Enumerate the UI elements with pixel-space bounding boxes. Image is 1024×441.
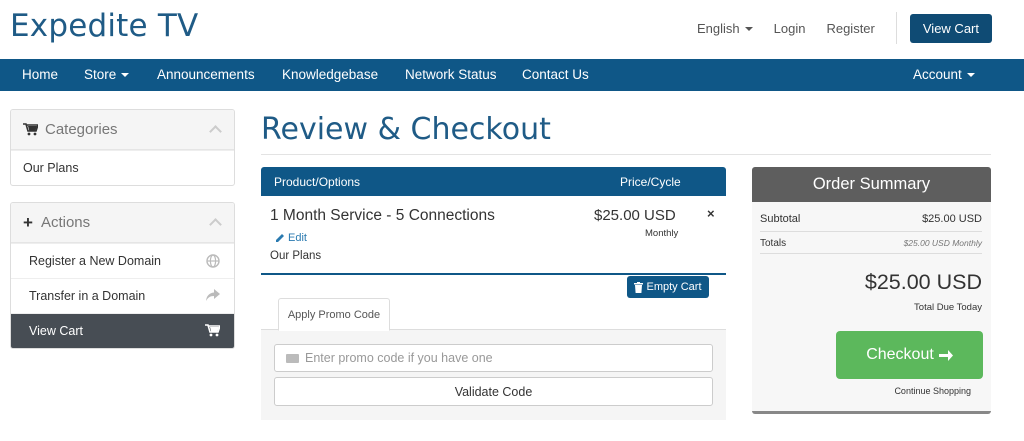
categories-panel: Categories Our Plans — [10, 109, 235, 186]
ticket-icon — [286, 354, 299, 363]
order-summary-title: Order Summary — [752, 167, 991, 202]
totals-label: Totals — [760, 238, 787, 249]
nav-network-status[interactable]: Network Status — [405, 67, 497, 82]
chevron-up-icon[interactable] — [209, 218, 222, 231]
divider — [760, 253, 982, 254]
sidebar-item-register-domain[interactable]: Register a New Domain — [11, 243, 234, 278]
main-navbar: Home Store Announcements Knowledgebase N… — [0, 59, 1024, 91]
top-links: English Login Register View Cart — [697, 12, 992, 44]
cart-item-group: Our Plans — [270, 250, 322, 262]
checkout-button[interactable]: Checkout — [836, 331, 983, 379]
subtotal-value: $25.00 USD — [922, 213, 982, 225]
total-due-label: Total Due Today — [914, 302, 982, 313]
view-cart-button[interactable]: View Cart — [909, 13, 992, 43]
divider — [261, 154, 991, 155]
edit-label: Edit — [288, 232, 307, 244]
continue-shopping-link[interactable]: Continue Shopping — [752, 386, 991, 396]
nav-store[interactable]: Store — [84, 67, 130, 82]
nav-account-label: Account — [913, 67, 962, 82]
language-label: English — [697, 20, 740, 36]
empty-cart-label: Empty Cart — [646, 281, 702, 293]
register-link[interactable]: Register — [826, 21, 874, 36]
cart-icon — [23, 123, 38, 136]
globe-icon — [206, 254, 220, 268]
page-title: Review & Checkout — [261, 112, 551, 147]
totals-value: $25.00 USD Monthly — [903, 238, 982, 248]
sidebar-item-view-cart[interactable]: View Cart — [11, 313, 234, 348]
language-dropdown[interactable]: English — [697, 21, 753, 36]
checkout-label: Checkout — [866, 346, 934, 363]
arrow-right-icon — [938, 349, 953, 361]
chevron-up-icon[interactable] — [209, 125, 222, 138]
brand-logo[interactable]: Expedite TV — [10, 8, 198, 44]
nav-knowledgebase[interactable]: Knowledgebase — [282, 67, 378, 82]
validate-code-button[interactable]: Validate Code — [274, 377, 713, 406]
categories-title: Categories — [45, 121, 118, 138]
order-summary: Order Summary Subtotal $25.00 USD Totals… — [752, 167, 991, 414]
nav-store-label: Store — [84, 67, 117, 82]
chevron-down-icon — [966, 73, 975, 78]
sidebar-item-transfer-domain[interactable]: Transfer in a Domain — [11, 278, 234, 313]
remove-item-icon[interactable]: × — [707, 206, 715, 221]
totals-row: Totals $25.00 USD Monthly — [760, 237, 982, 249]
total-due-amount: $25.00 USD — [864, 270, 982, 294]
cart-item-cycle: Monthly — [645, 228, 679, 239]
actions-title: Actions — [40, 214, 91, 231]
sidebar-item-label: View Cart — [29, 324, 83, 338]
divider — [261, 273, 726, 275]
login-link[interactable]: Login — [774, 21, 806, 36]
sidebar-item-label: Register a New Domain — [29, 254, 161, 268]
trash-icon — [634, 281, 644, 293]
cart-table-header: Product/Options Price/Cycle — [261, 167, 726, 196]
sidebar-item-label: Transfer in a Domain — [29, 289, 146, 303]
nav-home[interactable]: Home — [22, 67, 58, 82]
header: Expedite TV English Login Register View … — [0, 0, 1024, 58]
cart-item-price: $25.00 USD — [594, 207, 676, 224]
subtotal-row: Subtotal $25.00 USD — [760, 213, 982, 225]
chevron-down-icon — [744, 27, 753, 32]
sidebar-item-label: Our Plans — [23, 161, 79, 175]
chevron-down-icon — [121, 73, 130, 78]
edit-item-link[interactable]: Edit — [275, 232, 307, 244]
promo-code-input[interactable]: Enter promo code if you have one — [274, 344, 713, 372]
pencil-icon — [276, 234, 284, 242]
subtotal-label: Subtotal — [760, 213, 801, 225]
nav-account[interactable]: Account — [913, 67, 975, 82]
actions-panel-header[interactable]: + Actions — [11, 203, 234, 243]
plus-icon: + — [23, 213, 33, 232]
cart-icon — [205, 324, 220, 337]
actions-panel: + Actions Register a New Domain Transfer… — [10, 202, 235, 349]
divider — [760, 231, 982, 232]
col-price-cycle: Price/Cycle — [620, 175, 681, 189]
nav-announcements[interactable]: Announcements — [157, 67, 255, 82]
divider — [895, 12, 897, 44]
sidebar-item-our-plans[interactable]: Our Plans — [11, 150, 234, 185]
empty-cart-button[interactable]: Empty Cart — [627, 276, 709, 298]
categories-panel-header[interactable]: Categories — [11, 110, 234, 150]
nav-contact-us[interactable]: Contact Us — [522, 67, 589, 82]
tab-apply-promo-code[interactable]: Apply Promo Code — [278, 298, 390, 331]
promo-placeholder: Enter promo code if you have one — [305, 351, 493, 365]
share-icon — [206, 289, 220, 301]
cart-item-name: 1 Month Service - 5 Connections — [270, 207, 495, 224]
col-product-options: Product/Options — [274, 175, 361, 189]
